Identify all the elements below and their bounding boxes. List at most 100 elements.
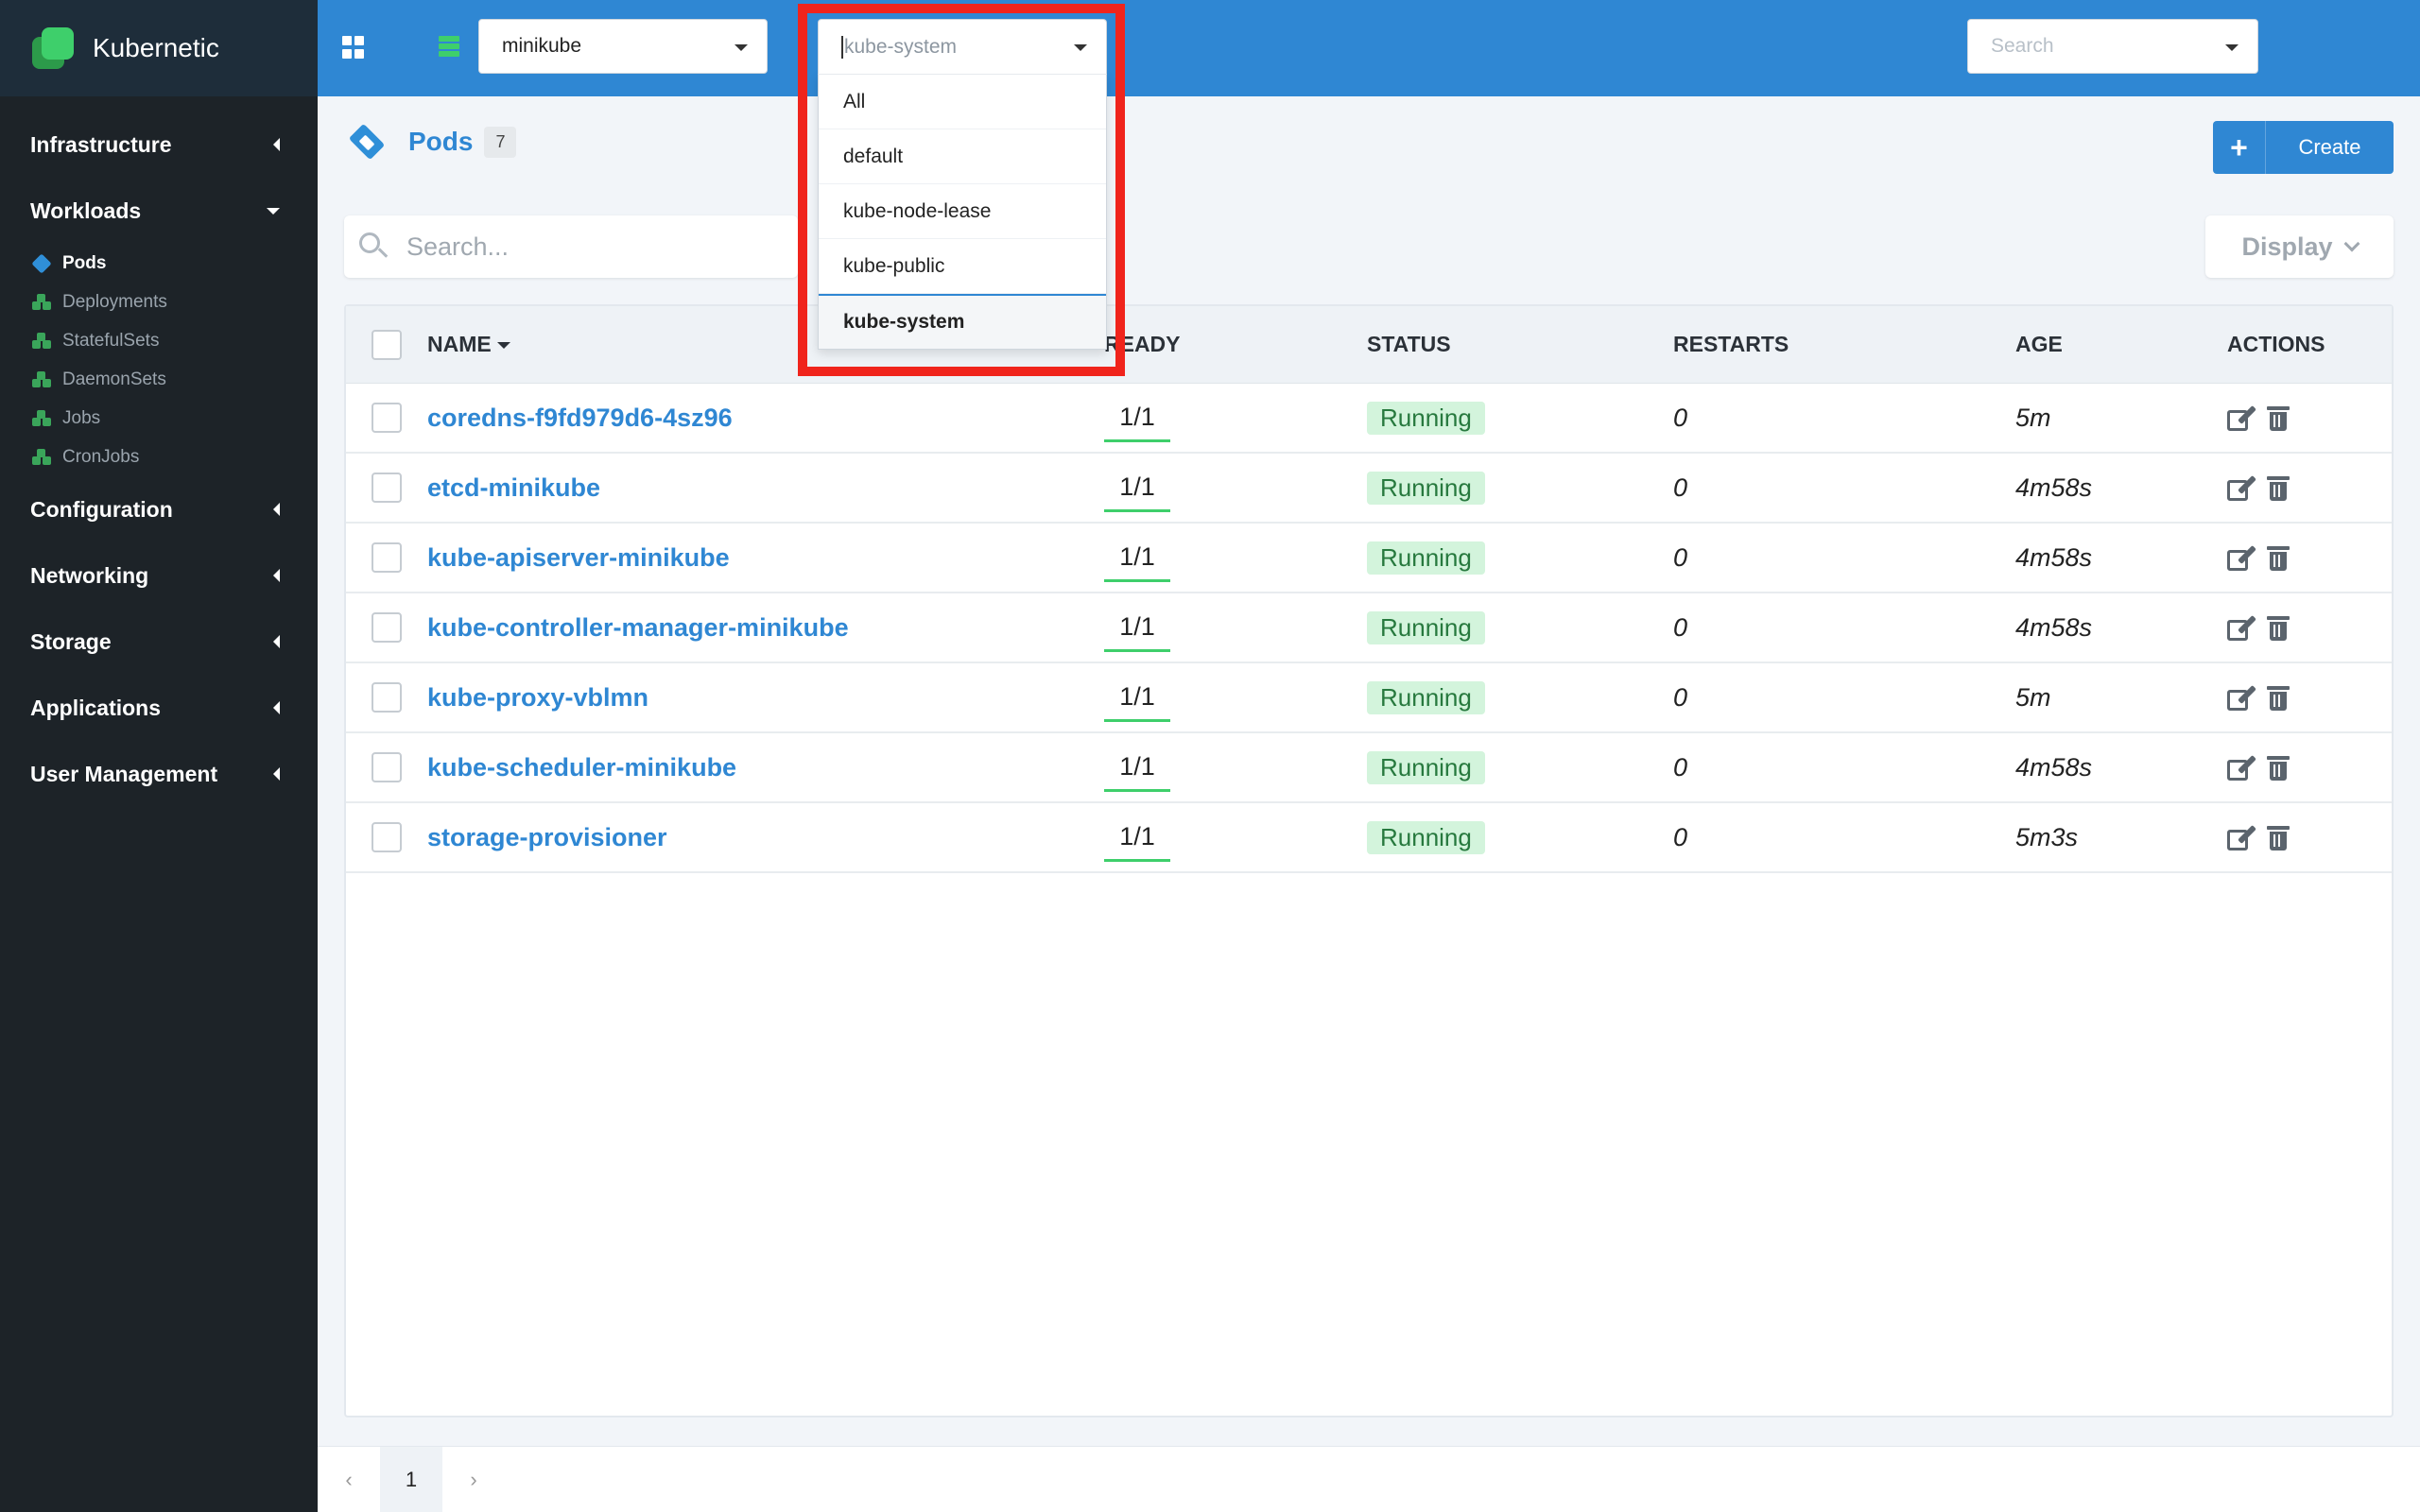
caret-down-icon: [735, 44, 748, 51]
trash-icon[interactable]: [2267, 614, 2290, 641]
table-row[interactable]: kube-controller-manager-minikube 1/1 Runni…: [346, 593, 2392, 663]
trash-icon[interactable]: [2267, 474, 2290, 501]
brand[interactable]: Kubernetic: [0, 0, 318, 96]
edit-icon[interactable]: [2227, 754, 2256, 781]
user-menu-caret-icon[interactable]: [2190, 43, 2204, 50]
sidebar-group-configuration[interactable]: Configuration: [0, 476, 318, 542]
column-header-restarts[interactable]: RESTARTS: [1673, 332, 2015, 357]
namespace-option-kube-system[interactable]: kube-system: [819, 294, 1106, 349]
age-value: 4m58s: [2015, 472, 2093, 502]
sidebar-item-daemonsets[interactable]: DaemonSets: [0, 360, 318, 399]
table-row[interactable]: kube-proxy-vblmn 1/1 Running 0 5m: [346, 663, 2392, 733]
sidebar-item-pods[interactable]: Pods: [0, 244, 318, 283]
namespace-option-all[interactable]: All: [819, 75, 1106, 129]
caret-down-icon: [267, 207, 280, 215]
restarts-value: 0: [1673, 752, 1688, 782]
row-checkbox[interactable]: [372, 752, 402, 782]
page-title: Pods: [408, 127, 474, 156]
pod-name-link[interactable]: kube-scheduler-minikube: [427, 753, 736, 782]
sidebar-group-infrastructure[interactable]: Infrastructure: [0, 112, 318, 178]
pod-name-link[interactable]: kube-proxy-vblmn: [427, 683, 648, 712]
status-badge: Running: [1367, 820, 1485, 854]
sidebar-item-label: StatefulSets: [62, 330, 160, 351]
pod-name-link[interactable]: etcd-minikube: [427, 473, 600, 502]
edit-icon[interactable]: [2227, 824, 2256, 850]
table-row[interactable]: coredns-f9fd979d6-4sz96 1/1 Running 0 5m: [346, 384, 2392, 454]
trash-icon[interactable]: [2267, 404, 2290, 431]
sidebar-group-label: Applications: [30, 695, 162, 720]
age-value: 4m58s: [2015, 612, 2093, 642]
column-header-status[interactable]: STATUS: [1367, 332, 1673, 357]
next-page-button[interactable]: ›: [442, 1447, 505, 1512]
edit-icon[interactable]: [2227, 404, 2256, 431]
trash-icon[interactable]: [2267, 684, 2290, 711]
edit-icon[interactable]: [2227, 614, 2256, 641]
row-checkbox[interactable]: [372, 403, 402, 433]
prev-page-button[interactable]: ‹: [318, 1447, 380, 1512]
status-badge: Running: [1367, 401, 1485, 435]
namespace-option-kube-public[interactable]: kube-public: [819, 239, 1106, 294]
sidebar-group-user-management[interactable]: User Management: [0, 741, 318, 807]
ready-value: 1/1: [1104, 612, 1170, 652]
sidebar-item-statefulsets[interactable]: StatefulSets: [0, 321, 318, 360]
pod-name-link[interactable]: kube-controller-manager-minikube: [427, 613, 849, 642]
page-header: Pods 7: [348, 123, 517, 161]
namespace-option-kube-node-lease[interactable]: kube-node-lease: [819, 184, 1106, 239]
column-header-ready[interactable]: READY: [1104, 332, 1367, 357]
row-checkbox[interactable]: [372, 472, 402, 503]
column-header-actions: ACTIONS: [2227, 332, 2325, 356]
create-button[interactable]: + Create: [2213, 121, 2394, 174]
dashboard-grid-icon[interactable]: [342, 36, 365, 59]
row-checkbox[interactable]: [372, 822, 402, 852]
sidebar-group-label: Networking: [30, 562, 149, 588]
topbar: minikube Search: [318, 0, 2420, 96]
ready-value: 1/1: [1104, 542, 1170, 582]
cluster-cubes-icon: [32, 409, 53, 427]
row-checkbox[interactable]: [372, 682, 402, 713]
trash-icon[interactable]: [2267, 754, 2290, 781]
table-row[interactable]: etcd-minikube 1/1 Running 0 4m58s: [346, 454, 2392, 524]
sidebar-item-cronjobs[interactable]: CronJobs: [0, 438, 318, 476]
pod-name-link[interactable]: coredns-f9fd979d6-4sz96: [427, 404, 733, 432]
cluster-cubes-icon: [32, 370, 53, 388]
sidebar-item-deployments[interactable]: Deployments: [0, 283, 318, 321]
caret-left-icon: [273, 138, 280, 151]
select-all-checkbox[interactable]: [372, 329, 402, 360]
sidebar-group-storage[interactable]: Storage: [0, 609, 318, 675]
namespace-option-default[interactable]: default: [819, 129, 1106, 184]
sidebar-group-applications[interactable]: Applications: [0, 675, 318, 741]
sidebar-item-label: Jobs: [62, 407, 101, 428]
edit-icon[interactable]: [2227, 684, 2256, 711]
pods-search-input[interactable]: Search...: [344, 215, 798, 278]
sidebar-group-label: Configuration: [30, 496, 173, 522]
global-search-select[interactable]: Search: [1967, 19, 2258, 74]
sidebar-item-jobs[interactable]: Jobs: [0, 399, 318, 438]
sidebar-group-networking[interactable]: Networking: [0, 542, 318, 609]
trash-icon[interactable]: [2267, 544, 2290, 571]
namespace-select[interactable]: kube-system: [818, 19, 1107, 74]
namespace-dropdown: kube-system All default kube-node-lease …: [818, 19, 1107, 350]
cluster-stack-icon: [439, 36, 461, 59]
create-button-label: Create: [2298, 135, 2361, 159]
age-value: 4m58s: [2015, 752, 2093, 782]
column-header-age[interactable]: AGE: [2015, 332, 2227, 357]
table-row[interactable]: kube-scheduler-minikube 1/1 Running 0 4m58s: [346, 733, 2392, 803]
trash-icon[interactable]: [2267, 824, 2290, 850]
display-button[interactable]: Display: [2205, 215, 2394, 278]
table-row[interactable]: storage-provisioner 1/1 Running 0 5m3s: [346, 803, 2392, 873]
table-row[interactable]: kube-apiserver-minikube 1/1 Running 0 4m58s: [346, 524, 2392, 593]
page-1-button[interactable]: 1: [380, 1446, 442, 1512]
edit-icon[interactable]: [2227, 474, 2256, 501]
sidebar-group-workloads[interactable]: Workloads: [0, 178, 318, 244]
table-body: coredns-f9fd979d6-4sz96 1/1 Running 0 5m etcd…: [346, 384, 2392, 873]
row-checkbox[interactable]: [372, 612, 402, 643]
row-checkbox[interactable]: [372, 542, 402, 573]
restarts-value: 0: [1673, 542, 1688, 572]
user-avatar-icon[interactable]: [2121, 24, 2165, 67]
pagination: ‹ 1 ›: [318, 1446, 2420, 1512]
pod-name-link[interactable]: kube-apiserver-minikube: [427, 543, 730, 572]
edit-icon[interactable]: [2227, 544, 2256, 571]
cluster-select[interactable]: minikube: [478, 19, 768, 74]
pod-name-link[interactable]: storage-provisioner: [427, 823, 667, 851]
caret-down-icon: [2225, 44, 2238, 51]
